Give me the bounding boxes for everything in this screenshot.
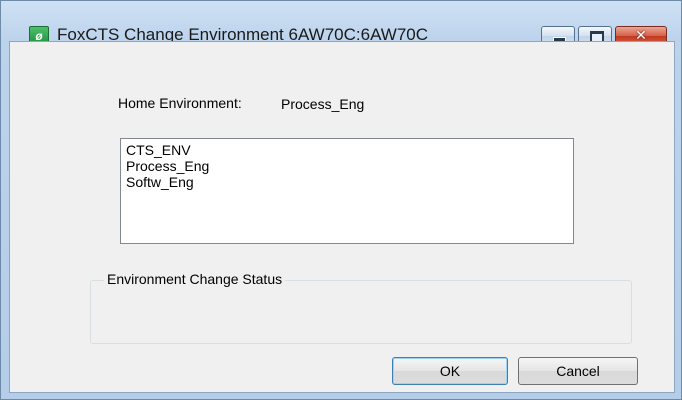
ok-button[interactable]: OK (392, 357, 508, 385)
environment-list-item[interactable]: Process_Eng (121, 158, 573, 174)
title-bar[interactable]: ø FoxCTS Change Environment 6AW70C:6AW70… (1, 1, 681, 46)
home-environment-value: Process_Eng (281, 96, 365, 112)
environment-listbox[interactable]: CTS_ENV Process_Eng Softw_Eng (120, 138, 574, 244)
dialog-client-area: Home Environment: Process_Eng CTS_ENV Pro… (9, 41, 675, 393)
cancel-button[interactable]: Cancel (518, 357, 638, 385)
environment-list-items: CTS_ENV Process_Eng Softw_Eng (121, 139, 573, 190)
status-groupbox (90, 280, 632, 344)
home-environment-label: Home Environment: (118, 95, 242, 111)
dialog-window: ø FoxCTS Change Environment 6AW70C:6AW70… (0, 0, 682, 400)
environment-list-item[interactable]: Softw_Eng (121, 174, 573, 190)
environment-list-item[interactable]: CTS_ENV (121, 142, 573, 158)
status-group-label: Environment Change Status (104, 271, 286, 287)
